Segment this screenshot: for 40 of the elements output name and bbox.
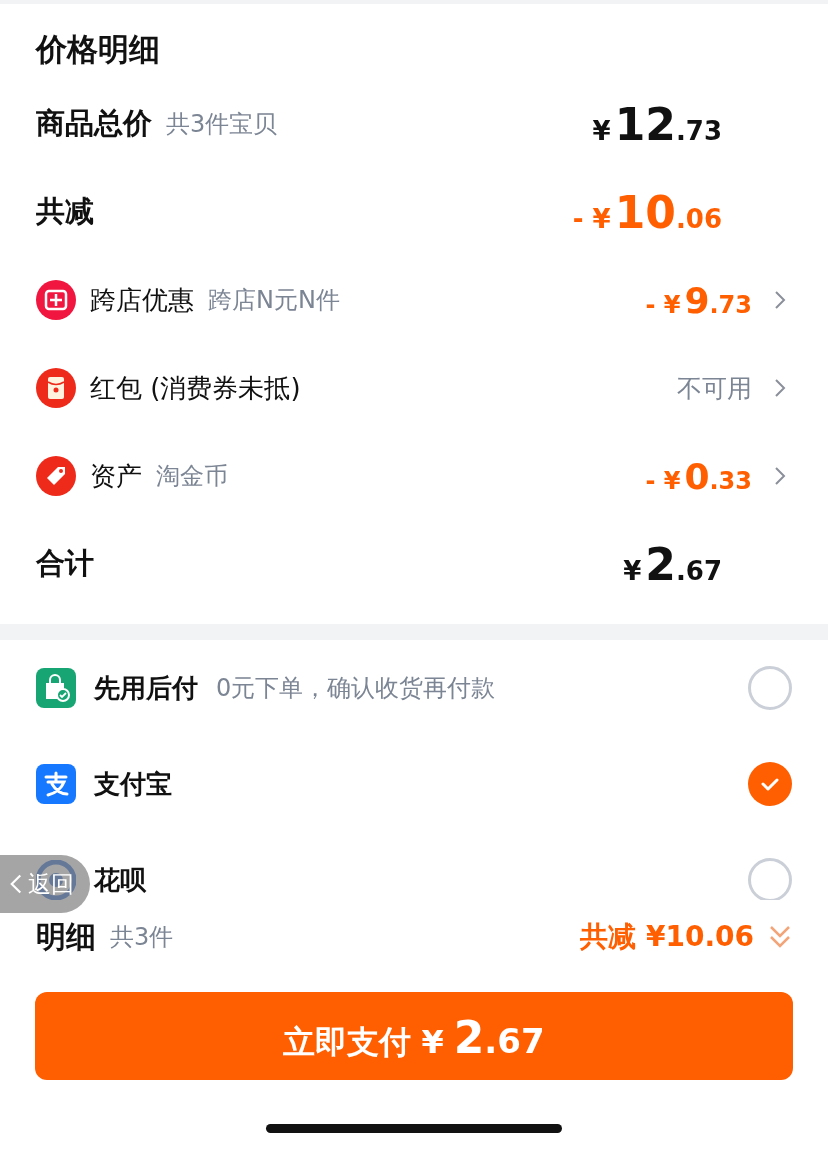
payment-method-name: 支付宝	[94, 767, 172, 801]
chevron-right-icon	[774, 290, 786, 310]
total-amount: ¥2.67	[623, 538, 722, 590]
payment-method-name: 花呗	[94, 863, 146, 897]
summary-note: 共3件宝贝	[166, 109, 278, 140]
summary-label: 商品总价	[36, 105, 152, 142]
discount-amount: - ¥9.73	[645, 279, 752, 321]
details-label: 明细	[36, 917, 96, 956]
envelope-icon	[36, 368, 76, 408]
payment-radio[interactable]	[748, 858, 792, 900]
discount-row[interactable]: 跨店优惠 跨店N元N件 - ¥9.73	[36, 256, 792, 344]
checkmark-icon	[760, 776, 780, 792]
summary-label: 共减	[36, 193, 94, 230]
payment-radio[interactable]	[748, 762, 792, 806]
discount-label: 资产	[90, 459, 142, 493]
total-label: 合计	[36, 545, 94, 582]
shopping-bag-icon	[36, 668, 76, 708]
item-count: 共3件	[110, 922, 174, 953]
payment-method-name: 先用后付	[94, 671, 198, 705]
price-amount: - ¥10.06	[572, 186, 722, 238]
chevron-right-icon	[774, 466, 786, 486]
discount-row[interactable]: 资产 淘金币 - ¥0.33	[36, 432, 792, 520]
payment-note: 0元下单，确认收货再付款	[216, 673, 496, 704]
discount-label: 跨店优惠	[90, 283, 194, 317]
double-chevron-down-icon[interactable]	[768, 924, 792, 950]
discount-amount: - ¥0.33	[645, 455, 752, 497]
price-amount: ¥12.73	[592, 98, 722, 150]
discount-label: 红包 (消费券未抵)	[90, 371, 301, 405]
cross-store-icon	[36, 280, 76, 320]
discount-total: 共减 ¥10.06	[580, 919, 754, 955]
discount-note: 跨店N元N件	[208, 285, 340, 316]
discount-status: 不可用	[677, 372, 752, 405]
alipay-icon	[36, 764, 76, 804]
section-title: 价格明细	[36, 30, 161, 69]
chevron-left-icon	[10, 873, 22, 895]
chevron-right-icon	[774, 378, 786, 398]
discount-note: 淘金币	[156, 461, 228, 492]
payment-radio[interactable]	[748, 666, 792, 710]
discount-row[interactable]: 红包 (消费券未抵) 不可用	[36, 344, 792, 432]
price-tag-icon	[36, 456, 76, 496]
